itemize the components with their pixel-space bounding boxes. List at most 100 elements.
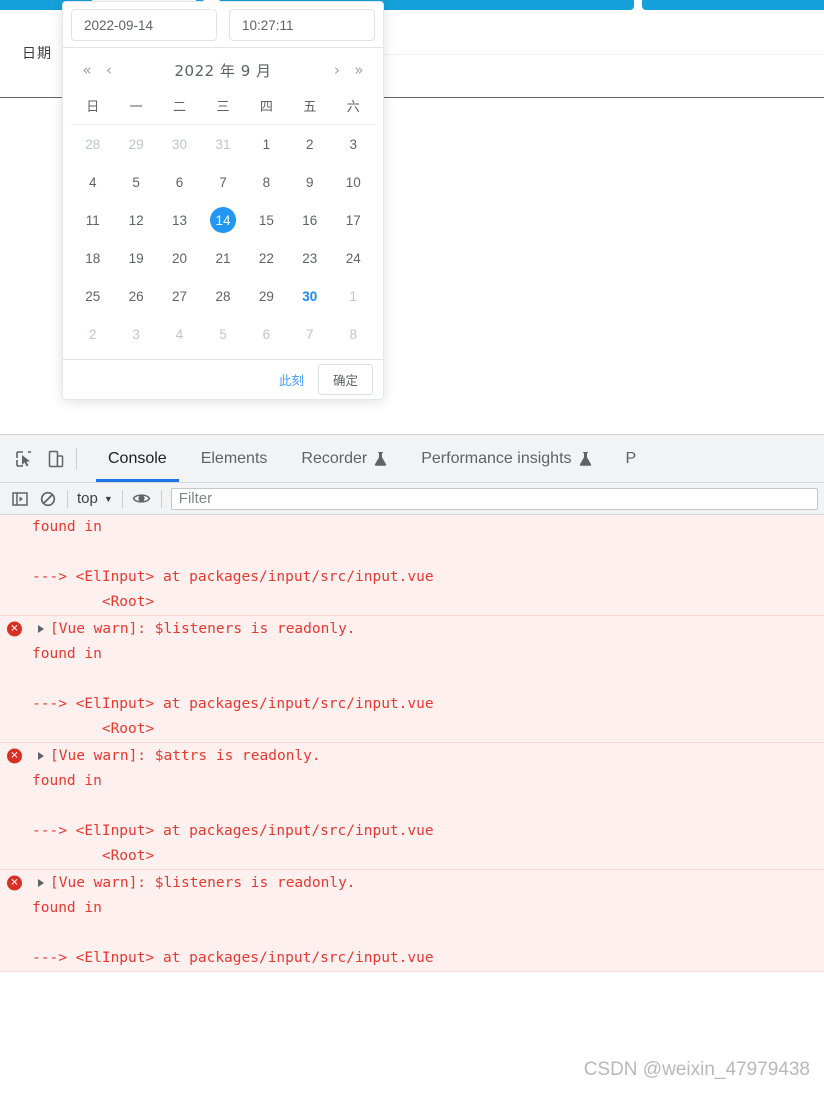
calendar-cell[interactable]: 18 <box>71 239 114 277</box>
confirm-button[interactable]: 确定 <box>317 364 373 395</box>
calendar-cell[interactable]: 8 <box>332 315 375 353</box>
calendar-day-normal[interactable]: 20 <box>167 245 193 271</box>
calendar-day-normal[interactable]: 11 <box>80 207 106 233</box>
calendar-cell[interactable]: 20 <box>158 239 201 277</box>
console-error-header[interactable]: ✕ [Vue warn]: $attrs is readonly. <box>0 743 824 769</box>
calendar-cell[interactable]: 26 <box>114 277 157 315</box>
console-message-group[interactable]: ✕ [Vue warn]: $listeners is readonly. foun… <box>0 870 824 972</box>
calendar-day-normal[interactable]: 15 <box>253 207 279 233</box>
calendar-day-normal[interactable]: 21 <box>210 245 236 271</box>
next-month-icon[interactable]: › <box>327 62 347 78</box>
calendar-cell[interactable]: 29 <box>245 277 288 315</box>
calendar-cell[interactable]: 24 <box>332 239 375 277</box>
calendar-cell[interactable]: 8 <box>245 163 288 201</box>
calendar-day-other[interactable]: 4 <box>167 321 193 347</box>
top-blue-button-3[interactable] <box>642 0 824 10</box>
calendar-cell[interactable]: 15 <box>245 201 288 239</box>
calendar-day-normal[interactable]: 22 <box>253 245 279 271</box>
calendar-day-normal[interactable]: 19 <box>123 245 149 271</box>
console-message-group[interactable]: found in ---> <ElInput> at packages/input… <box>0 515 824 616</box>
calendar-cell[interactable]: 10 <box>332 163 375 201</box>
calendar-day-other[interactable]: 2 <box>80 321 106 347</box>
calendar-cell[interactable]: 28 <box>71 125 114 164</box>
prev-year-icon[interactable]: « <box>77 62 97 78</box>
calendar-cell[interactable]: 17 <box>332 201 375 239</box>
console-log-area[interactable]: found in ---> <ElInput> at packages/input… <box>0 515 824 1094</box>
calendar-day-normal[interactable]: 23 <box>297 245 323 271</box>
calendar-cell[interactable]: 9 <box>288 163 331 201</box>
calendar-day-normal[interactable]: 6 <box>167 169 193 195</box>
calendar-day-normal[interactable]: 10 <box>340 169 366 195</box>
calendar-cell[interactable]: 6 <box>158 163 201 201</box>
calendar-day-other[interactable]: 5 <box>210 321 236 347</box>
picker-date-input[interactable]: 2022-09-14 <box>71 9 217 41</box>
calendar-day-today[interactable]: 30 <box>297 283 323 309</box>
calendar-cell[interactable]: 27 <box>158 277 201 315</box>
execution-context-selector[interactable]: top ▼ <box>73 490 117 507</box>
calendar-cell[interactable]: 14 <box>201 201 244 239</box>
calendar-day-normal[interactable]: 17 <box>340 207 366 233</box>
calendar-day-other[interactable]: 3 <box>123 321 149 347</box>
calendar-day-normal[interactable]: 7 <box>210 169 236 195</box>
tab-elements[interactable]: Elements <box>184 435 285 482</box>
calendar-cell[interactable]: 3 <box>114 315 157 353</box>
calendar-cell[interactable]: 1 <box>245 125 288 164</box>
disclosure-triangle-icon[interactable] <box>38 752 44 760</box>
tab-p[interactable]: P <box>609 435 654 482</box>
calendar-cell[interactable]: 16 <box>288 201 331 239</box>
calendar-cell[interactable]: 19 <box>114 239 157 277</box>
console-message-group[interactable]: ✕ [Vue warn]: $listeners is readonly. foun… <box>0 616 824 743</box>
live-expression-icon[interactable] <box>128 486 156 512</box>
next-year-icon[interactable]: » <box>349 62 369 78</box>
calendar-cell[interactable]: 4 <box>71 163 114 201</box>
console-error-header[interactable]: ✕ [Vue warn]: $listeners is readonly. <box>0 870 824 896</box>
calendar-day-normal[interactable]: 5 <box>123 169 149 195</box>
calendar-cell[interactable]: 22 <box>245 239 288 277</box>
calendar-cell[interactable]: 23 <box>288 239 331 277</box>
filter-input[interactable]: Filter <box>170 487 818 510</box>
calendar-day-normal[interactable]: 9 <box>297 169 323 195</box>
calendar-cell[interactable]: 21 <box>201 239 244 277</box>
calendar-day-other[interactable]: 28 <box>80 131 106 157</box>
calendar-day-other[interactable]: 7 <box>297 321 323 347</box>
datetime-picker-panel[interactable]: 2022-09-14 10:27:11 « ‹ 2022 年 9 月 › » 日… <box>62 0 384 400</box>
calendar-cell[interactable]: 13 <box>158 201 201 239</box>
calendar-cell[interactable]: 2 <box>288 125 331 164</box>
calendar-cell[interactable]: 7 <box>201 163 244 201</box>
calendar-cell[interactable]: 6 <box>245 315 288 353</box>
calendar-cell[interactable]: 3 <box>332 125 375 164</box>
calendar-day-other[interactable]: 30 <box>167 131 193 157</box>
calendar-day-normal[interactable]: 13 <box>167 207 193 233</box>
disclosure-triangle-icon[interactable] <box>38 879 44 887</box>
calendar-day-normal[interactable]: 1 <box>253 131 279 157</box>
calendar-day-other[interactable]: 8 <box>340 321 366 347</box>
disclosure-triangle-icon[interactable] <box>38 625 44 633</box>
picker-time-input[interactable]: 10:27:11 <box>229 9 375 41</box>
calendar-day-normal[interactable]: 4 <box>80 169 106 195</box>
calendar-cell[interactable]: 31 <box>201 125 244 164</box>
calendar-day-normal[interactable]: 12 <box>123 207 149 233</box>
calendar-cell[interactable]: 29 <box>114 125 157 164</box>
calendar-day-normal[interactable]: 24 <box>340 245 366 271</box>
calendar-day-normal[interactable]: 25 <box>80 283 106 309</box>
device-toolbar-icon[interactable] <box>40 443 72 475</box>
calendar-day-normal[interactable]: 18 <box>80 245 106 271</box>
inspect-element-icon[interactable] <box>8 443 40 475</box>
calendar-cell[interactable]: 2 <box>71 315 114 353</box>
calendar-day-other[interactable]: 1 <box>340 283 366 309</box>
console-message-group[interactable]: ✕ [Vue warn]: $attrs is readonly. found in… <box>0 743 824 870</box>
calendar-cell[interactable]: 1 <box>332 277 375 315</box>
calendar-day-other[interactable]: 29 <box>123 131 149 157</box>
calendar-cell[interactable]: 12 <box>114 201 157 239</box>
console-sidebar-icon[interactable] <box>6 486 34 512</box>
calendar-cell[interactable]: 30 <box>288 277 331 315</box>
calendar-day-normal[interactable]: 2 <box>297 131 323 157</box>
calendar-cell[interactable]: 30 <box>158 125 201 164</box>
tab-performance-insights[interactable]: Performance insights <box>404 435 608 482</box>
calendar-cell[interactable]: 4 <box>158 315 201 353</box>
calendar-cell[interactable]: 25 <box>71 277 114 315</box>
clear-console-icon[interactable] <box>34 486 62 512</box>
calendar-cell[interactable]: 5 <box>114 163 157 201</box>
calendar-day-normal[interactable]: 3 <box>340 131 366 157</box>
calendar-day-normal[interactable]: 8 <box>253 169 279 195</box>
